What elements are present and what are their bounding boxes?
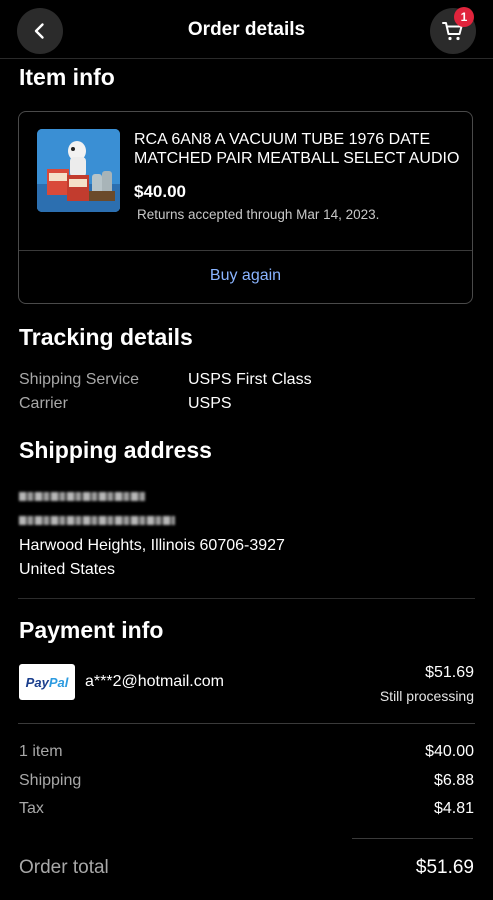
paypal-logo: Pay Pal [19, 664, 75, 700]
item-card: RCA 6AN8 A VACUUM TUBE 1976 DATE MATCHED… [18, 111, 473, 304]
summary-tax-value: $4.81 [433, 800, 474, 817]
address-country-line: United States [19, 561, 116, 578]
carrier-label: Carrier [19, 395, 68, 412]
summary-items-value: $40.00 [425, 743, 474, 760]
returns-note: Returns accepted through Mar 14, 2023. [137, 207, 380, 222]
card-divider [19, 250, 472, 251]
redacted-name [19, 492, 145, 501]
summary-tax-label: Tax [19, 800, 44, 817]
address-city-line: Harwood Heights, Illinois 60706-3927 [19, 537, 285, 554]
buy-again-button[interactable]: Buy again [19, 267, 472, 285]
item-image[interactable] [37, 129, 120, 212]
payment-status: Still processing [379, 688, 474, 704]
payment-divider [18, 723, 475, 724]
redacted-street [19, 516, 175, 525]
shipping-service-label: Shipping Service [19, 371, 140, 388]
carrier-value: USPS [188, 395, 232, 412]
item-price: $40.00 [134, 182, 186, 201]
order-total-value: $51.69 [415, 857, 474, 878]
item-info-heading: Item info [19, 64, 115, 90]
summary-items-label: 1 item [19, 743, 63, 760]
paypal-logo-part1: Pay [25, 674, 49, 690]
paypal-logo-part2: Pal [48, 674, 69, 690]
payment-info-heading: Payment info [19, 617, 164, 643]
shipping-address-heading: Shipping address [19, 437, 212, 463]
shipping-service-value: USPS First Class [188, 371, 312, 388]
section-divider [18, 598, 475, 599]
total-divider [352, 838, 473, 839]
cart-badge: 1 [454, 7, 474, 27]
summary-shipping-value: $6.88 [433, 772, 474, 789]
app-header: Order details 1 [0, 0, 493, 59]
summary-shipping-label: Shipping [19, 772, 82, 789]
payment-email: a***2@hotmail.com [85, 673, 224, 690]
tracking-heading: Tracking details [19, 324, 193, 350]
order-total-label: Order total [19, 857, 109, 878]
page-title: Order details [187, 19, 306, 40]
item-title[interactable]: RCA 6AN8 A VACUUM TUBE 1976 DATE MATCHED… [134, 130, 464, 168]
payment-amount: $51.69 [425, 664, 474, 681]
